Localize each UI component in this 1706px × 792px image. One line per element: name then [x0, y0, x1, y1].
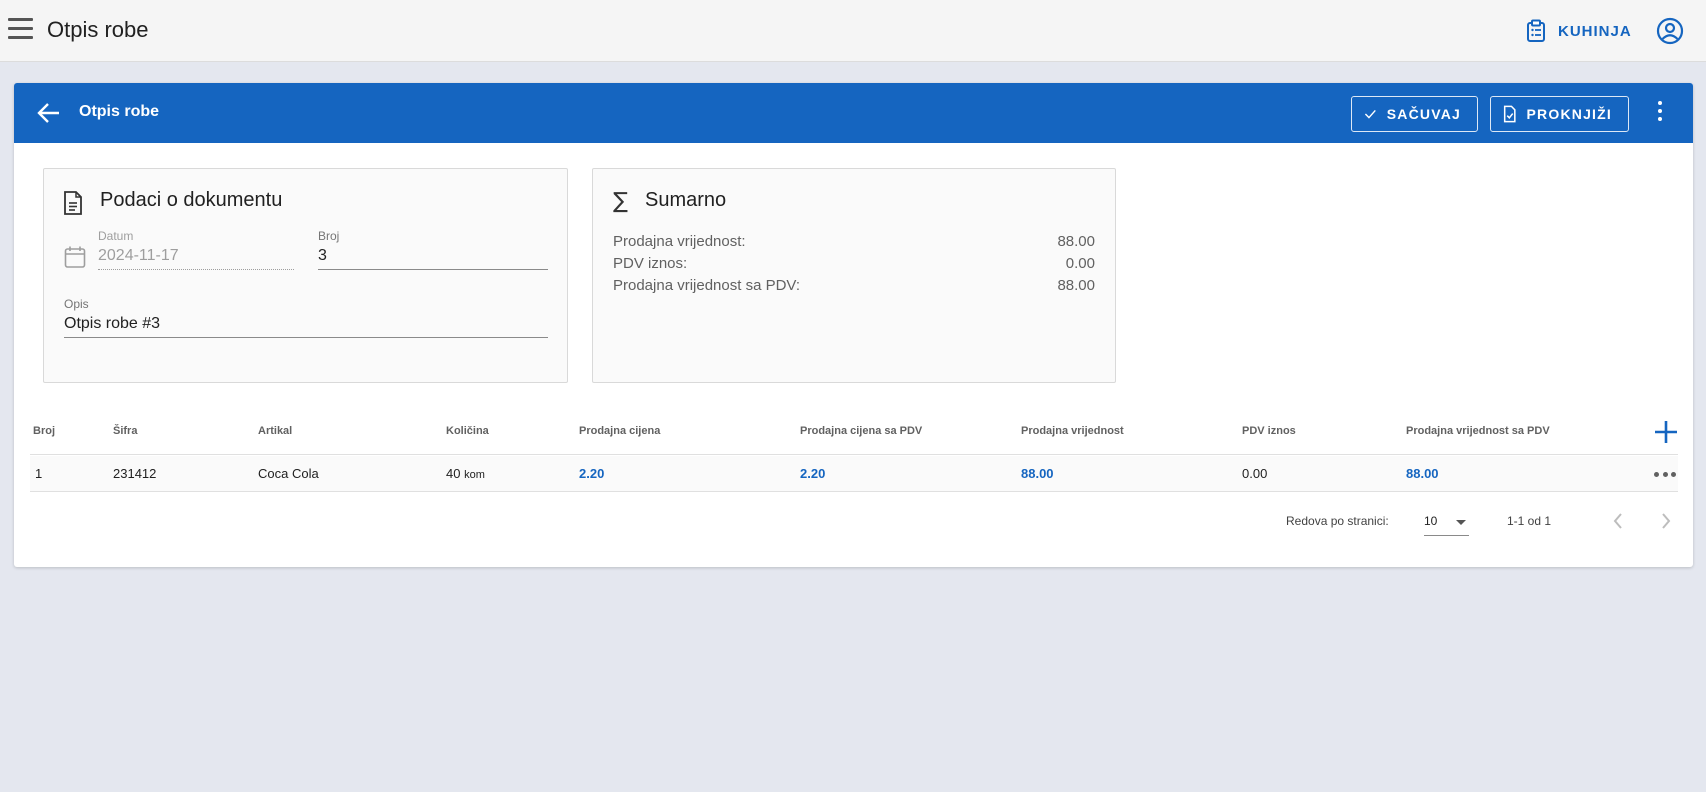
rows-per-page-value: 10: [1424, 514, 1438, 528]
document-card: Otpis robe SAČUVAJ PROKNJIŽI Podaci o do…: [14, 83, 1693, 567]
column-header-sifra[interactable]: Šifra: [113, 425, 137, 437]
menu-icon[interactable]: [8, 18, 33, 42]
chevron-right-icon[interactable]: [1660, 512, 1672, 530]
document-icon: [64, 191, 82, 215]
card-header: Otpis robe SAČUVAJ PROKNJIŽI: [14, 83, 1693, 143]
arrow-back-icon[interactable]: [36, 100, 62, 126]
cell-pdv-iznos: 0.00: [1242, 466, 1268, 481]
save-button[interactable]: SAČUVAJ: [1351, 96, 1478, 132]
column-header-kolicina[interactable]: Količina: [446, 425, 489, 437]
quantity-unit: kom: [464, 469, 485, 481]
save-label: SAČUVAJ: [1386, 106, 1461, 122]
summary-label: PDV iznos:: [613, 255, 688, 272]
document-panel-title: Podaci o dokumentu: [100, 189, 283, 211]
column-header-prodajna-cijena-pdv[interactable]: Prodajna cijena sa PDV: [800, 425, 922, 437]
column-header-pdv-iznos[interactable]: PDV iznos: [1242, 425, 1296, 437]
dropdown-arrow-icon: [1456, 520, 1466, 525]
rows-per-page-label: Redova po stranici:: [1286, 514, 1389, 528]
kitchen-button[interactable]: KUHINJA: [1526, 16, 1632, 46]
post-label: PROKNJIŽI: [1526, 106, 1612, 122]
number-field[interactable]: 3: [318, 247, 548, 270]
cell-kolicina: 40 kom: [446, 466, 485, 481]
app-bar: Otpis robe KUHINJA: [0, 0, 1706, 62]
summary-panel: ∑ Sumarno Prodajna vrijednost: 88.00 PDV…: [592, 168, 1116, 383]
cell-broj: 1: [35, 466, 43, 481]
header-title: Otpis robe: [79, 103, 160, 120]
pagination: Redova po stranici: 10 1-1 od 1: [30, 498, 1678, 546]
sigma-icon: ∑: [613, 189, 628, 214]
post-button[interactable]: PROKNJIŽI: [1490, 96, 1629, 132]
cell-prodajna-vrijednost-pdv[interactable]: 88.00: [1406, 466, 1439, 481]
summary-label: Prodajna vrijednost sa PDV:: [613, 277, 801, 294]
date-label: Datum: [98, 229, 134, 243]
cell-artikal: Coca Cola: [258, 466, 319, 481]
column-header-prodajna-vrijednost[interactable]: Prodajna vrijednost: [1021, 425, 1124, 437]
summary-value: 0.00: [1065, 255, 1095, 272]
document-check-icon: [1503, 105, 1516, 123]
more-vert-icon[interactable]: [1656, 101, 1664, 125]
description-label: Opis: [64, 297, 89, 311]
column-header-artikal[interactable]: Artikal: [258, 425, 292, 437]
summary-value: 88.00: [1057, 233, 1095, 250]
cell-sifra: 231412: [113, 466, 157, 481]
cell-prodajna-vrijednost[interactable]: 88.00: [1021, 466, 1054, 481]
summary-row: PDV iznos: 0.00: [613, 255, 1095, 272]
cell-prodajna-cijena[interactable]: 2.20: [579, 466, 604, 481]
account-circle-icon[interactable]: [1656, 17, 1684, 45]
table-header: Broj Šifra Artikal Količina Prodajna cij…: [30, 383, 1678, 455]
column-header-prodajna-cijena[interactable]: Prodajna cijena: [579, 425, 660, 437]
summary-panel-title: Sumarno: [645, 189, 727, 211]
column-header-broj[interactable]: Broj: [33, 425, 55, 437]
description-field[interactable]: Otpis robe #3: [64, 315, 548, 338]
calendar-icon: [64, 246, 86, 268]
kitchen-label: KUHINJA: [1558, 22, 1632, 40]
app-title: Otpis robe: [47, 17, 149, 42]
check-icon: [1364, 109, 1376, 119]
cell-prodajna-cijena-pdv[interactable]: 2.20: [800, 466, 825, 481]
table-row[interactable]: 1 231412 Coca Cola 40 kom 2.20 2.20 88.0…: [30, 456, 1678, 492]
chevron-left-icon[interactable]: [1612, 512, 1624, 530]
column-header-prodajna-vrijednost-pdv[interactable]: Prodajna vrijednost sa PDV: [1406, 425, 1550, 437]
number-label: Broj: [318, 229, 340, 243]
summary-row: Prodajna vrijednost: 88.00: [613, 233, 1095, 250]
more-horiz-icon[interactable]: [1654, 472, 1676, 478]
summary-value: 88.00: [1057, 277, 1095, 294]
rows-per-page-select[interactable]: 10: [1424, 506, 1469, 536]
page-range-label: 1-1 od 1: [1507, 514, 1552, 528]
document-details-panel: Podaci o dokumentu Datum 2024-11-17 Broj…: [43, 168, 568, 383]
quantity-value: 40: [446, 466, 461, 481]
clipboard-icon: [1527, 19, 1545, 42]
summary-row: Prodajna vrijednost sa PDV: 88.00: [613, 277, 1095, 294]
date-field[interactable]: 2024-11-17: [98, 247, 294, 270]
add-item-icon[interactable]: [1653, 419, 1679, 445]
summary-label: Prodajna vrijednost:: [613, 233, 746, 250]
